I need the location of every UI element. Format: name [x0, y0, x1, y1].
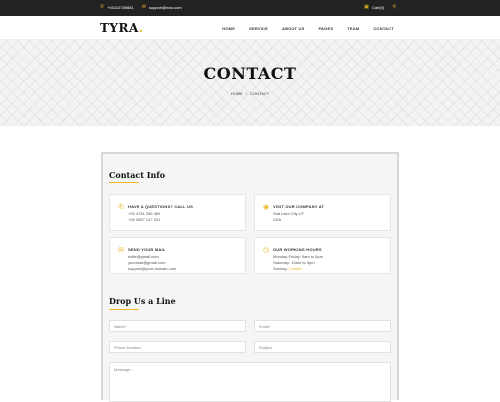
page-title: CONTACT	[203, 64, 297, 83]
breadcrumb-separator: /	[245, 91, 248, 96]
subject-field[interactable]	[254, 341, 391, 353]
info-card-line[interactable]: ezlfe@gmail.com	[128, 254, 159, 259]
topbar-email[interactable]: ✉ support@edu.com	[141, 4, 182, 11]
main-nav: TYRA. HOME SERVICE ABOUT US PAGES TEAM C…	[0, 16, 500, 40]
phone-field[interactable]	[109, 341, 246, 353]
top-bar: ✆ +00112789881 ✉ support@edu.com ▣ Cart(…	[0, 0, 500, 16]
topbar-phone-text: +00112789881	[107, 5, 134, 10]
info-card-line-sunday: Sunday: Closed	[273, 266, 301, 271]
site-logo[interactable]: TYRA.	[100, 21, 143, 35]
info-card-mail: ✉ SEND YOUR MAIL ezlfe@gmail.com yourmai…	[109, 237, 246, 274]
email-field[interactable]	[254, 320, 391, 332]
info-card-line[interactable]: +00 4781 256 369	[128, 211, 160, 216]
contact-info-underline	[109, 182, 139, 183]
nav-item-team[interactable]: TEAM	[347, 26, 359, 31]
logo-text: TYRA	[100, 21, 139, 35]
info-card-line[interactable]: support@your-domain.com	[128, 266, 176, 271]
info-card-hours: ◷ OUR WORKING HOURS Monday-Friday: 9am t…	[254, 237, 391, 274]
cart-icon: ▣	[364, 4, 369, 10]
nav-menu: HOME SERVICE ABOUT US PAGES TEAM CONTACT	[222, 26, 394, 31]
message-field[interactable]	[109, 362, 391, 402]
topbar-phone[interactable]: ✆ +00112789881	[100, 4, 134, 11]
nav-item-service[interactable]: SERVICE	[249, 26, 268, 31]
info-card-title: OUR WORKING HOURS	[273, 247, 322, 252]
info-card-line: Salt Lake City UT	[273, 211, 305, 216]
logo-dot: .	[138, 21, 144, 35]
topbar-actions: ▣ Cart(0) ⚲	[364, 4, 396, 11]
info-card-line[interactable]: yourmail@gmail.com	[128, 260, 165, 265]
nav-item-contact[interactable]: CONTACT	[373, 26, 394, 31]
info-card-title: VISIT OUR COMPANY AT	[273, 204, 325, 209]
form-title-underline	[109, 309, 139, 310]
cart-label: Cart(0)	[371, 5, 385, 10]
search-icon[interactable]: ⚲	[392, 5, 396, 10]
breadcrumb-current: CONTACT	[250, 91, 270, 96]
phone-icon: ✆	[118, 204, 124, 211]
name-field[interactable]	[109, 320, 246, 332]
info-card-line: Monday-Friday: 9am to 5pm	[273, 254, 324, 259]
sunday-label: Sunday:	[273, 266, 288, 271]
envelope-icon: ✉	[141, 4, 146, 10]
phone-icon: ✆	[100, 4, 105, 10]
info-card-line[interactable]: +00 0667 147 251	[128, 217, 160, 222]
envelope-icon: ✉	[118, 247, 124, 254]
info-card-line: USA	[273, 217, 282, 222]
form-title: Drop Us a Line	[109, 296, 176, 306]
topbar-email-text: support@edu.com	[148, 5, 182, 10]
info-card-title: SEND YOUR MAIL	[128, 247, 166, 252]
nav-item-home[interactable]: HOME	[222, 26, 235, 31]
contact-info-title: Contact Info	[109, 170, 166, 180]
info-card-phone: ✆ HAVE A QUESTIONS? CALL US +00 4781 256…	[109, 194, 246, 231]
clock-icon: ◷	[263, 247, 270, 254]
breadcrumb-home[interactable]: HOME	[231, 91, 243, 96]
cart-link[interactable]: ▣ Cart(0)	[364, 4, 385, 11]
nav-item-about-us[interactable]: ABOUT US	[282, 26, 305, 31]
contact-panel: Contact Info ✆ HAVE A QUESTIONS? CALL US…	[101, 152, 399, 402]
sunday-status: Closed	[288, 266, 302, 271]
info-card-location: ◉ VISIT OUR COMPANY AT Salt Lake City UT…	[254, 194, 391, 231]
location-icon: ◉	[263, 204, 270, 211]
nav-item-pages[interactable]: PAGES	[318, 26, 333, 31]
breadcrumb: HOME / CONTACT	[0, 91, 500, 96]
info-card-line: Saturday: 10am to 3pm	[273, 260, 315, 265]
info-card-title: HAVE A QUESTIONS? CALL US	[128, 204, 194, 209]
page-hero: CONTACT HOME / CONTACT	[0, 40, 500, 126]
topbar-contact: ✆ +00112789881 ✉ support@edu.com	[100, 4, 182, 11]
